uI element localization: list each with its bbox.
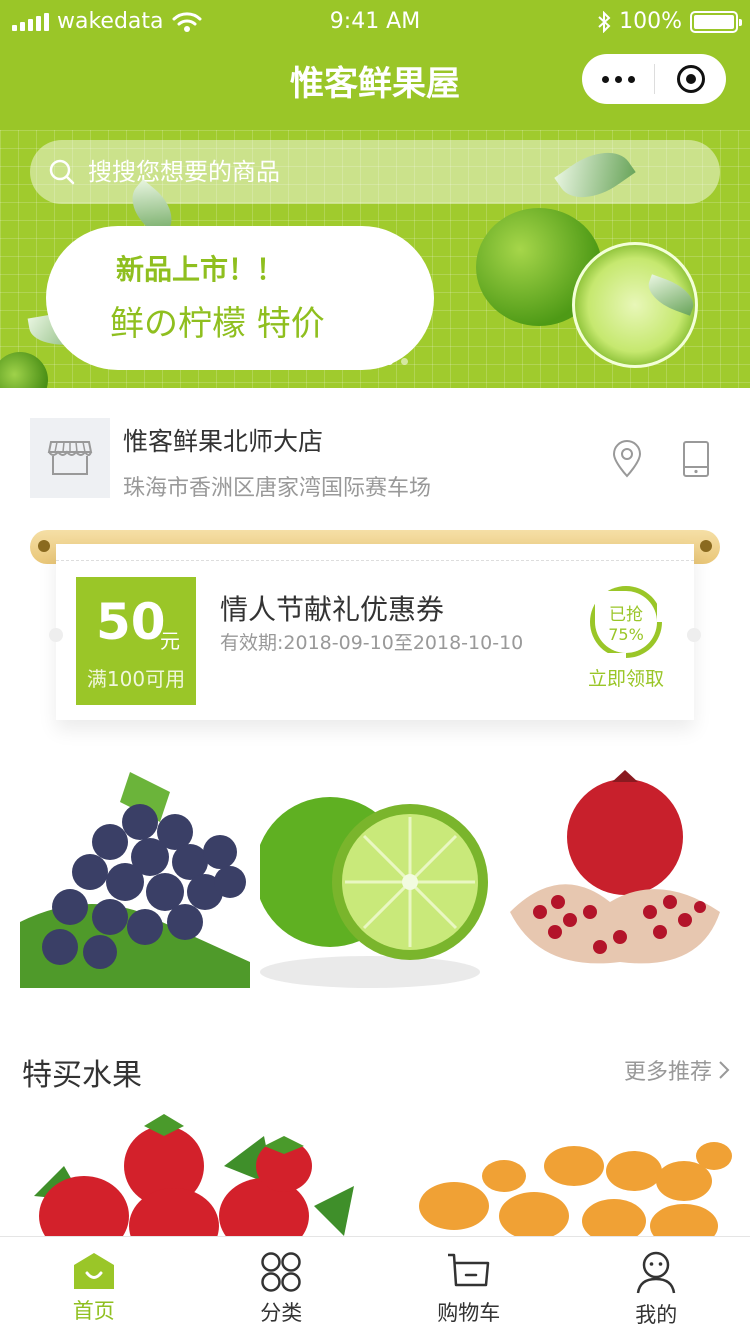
phone-icon[interactable] [682,440,710,478]
kumquat-image [419,1142,732,1236]
banner-indicator [386,358,408,365]
chevron-right-icon [719,1061,730,1079]
tab-profile-label: 我的 [635,1303,678,1327]
promo-card: 新品上市！！ 鲜の柠檬 特价 [46,226,434,370]
fruit-showcase [20,762,730,988]
search-icon [49,159,75,185]
special-fruit-list [24,1106,734,1236]
store-name: 惟客鲜果北师大店 [123,427,324,456]
bluetooth-icon [598,10,611,33]
tab-cart[interactable]: 购物车 [375,1237,563,1334]
storefront-icon [47,441,93,475]
battery-info: 100% [597,9,742,34]
store-logo [30,418,110,498]
home-icon [73,1253,114,1289]
location-icon[interactable] [610,440,644,478]
battery-percent: 100% [619,9,682,34]
coupon-notch [49,628,63,642]
tab-cart-label: 购物车 [437,1301,501,1325]
strawberry-image [34,1114,354,1236]
tab-bar: 首页 分类 购物车 我的 [0,1236,750,1334]
coupon-amount: 50 [96,593,166,651]
category-icon [261,1252,301,1292]
special-item-strawberry[interactable] [24,1106,364,1236]
tab-category[interactable]: 分类 [188,1237,376,1334]
more-recommendations-label: 更多推荐 [623,1060,712,1085]
store-info[interactable]: 惟客鲜果北师大店 珠海市香洲区唐家湾国际赛车场 [0,388,750,528]
tab-profile[interactable]: 我的 [563,1237,750,1334]
pomegranate-image [510,770,720,964]
claimed-percent: 75% [608,625,644,644]
coupon-validity: 有效期:2018-09-10至2018-10-10 [220,632,524,654]
coupon-title: 情人节献礼优惠券 [220,593,445,626]
lime-partial-image [0,352,48,388]
coupon-perforation [56,560,694,561]
claimed-label: 已抢 [609,605,643,625]
claim-coupon-button[interactable]: 立即领取 [588,664,664,691]
store-address: 珠海市香洲区唐家湾国际赛车场 [123,476,432,501]
lime-image [260,797,488,988]
coupon-condition: 满100可用 [86,667,186,691]
coupon-notch [687,628,701,642]
coupon-unit: 元 [160,629,180,653]
more-menu-button[interactable] [582,75,654,83]
special-item-kumquat[interactable] [394,1106,734,1236]
mini-program-capsule [582,54,726,104]
target-icon [676,65,705,93]
status-bar: wakedata 9:41 AM 100% [0,0,750,42]
grapes-image [20,772,250,988]
section-title: 特买水果 [22,1058,142,1093]
fruit-card-lime[interactable] [260,762,490,988]
fruit-card-pomegranate[interactable] [500,762,730,988]
promo-subline: 鲜の柠檬 特价 [110,304,325,344]
tab-category-label: 分类 [260,1301,303,1325]
claimed-progress-ring: 已抢 75% [590,586,662,658]
more-recommendations-link[interactable]: 更多推荐 [624,1054,730,1086]
tab-home[interactable]: 首页 [0,1237,188,1334]
promo-headline: 新品上市！！ [116,253,285,286]
coupon-card[interactable]: 50 元 满100可用 情人节献礼优惠券 有效期:2018-09-10至2018… [49,544,701,720]
cart-icon [447,1253,489,1287]
tab-home-label: 首页 [72,1299,115,1323]
close-mini-program-button[interactable] [655,65,726,93]
coupon-amount-box: 50 元 满100可用 [76,577,196,705]
promo-banner[interactable]: 新品上市！！ 鲜の柠檬 特价 [0,130,750,388]
battery-icon [690,10,742,33]
profile-icon [637,1251,676,1294]
top-bar: wakedata 9:41 AM 100% 惟客鲜果屋 [0,0,750,130]
fruit-card-grapes[interactable] [20,762,250,988]
